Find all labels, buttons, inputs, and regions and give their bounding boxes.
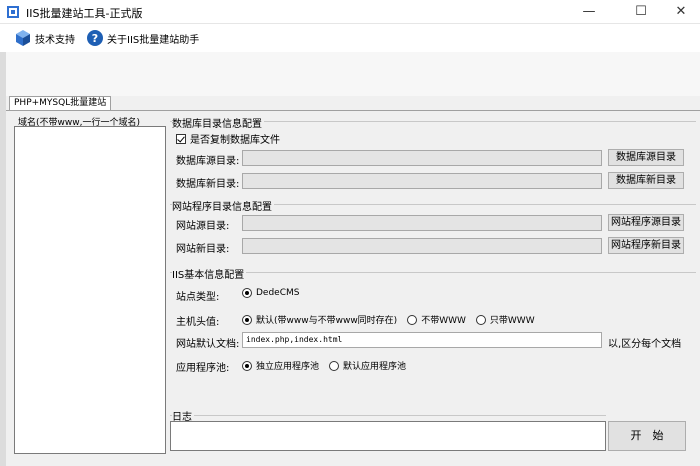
tab-php-mysql[interactable]: PHP+MYSQL批量建站 bbox=[9, 96, 112, 110]
host-www-only-label: 只带WWW bbox=[489, 316, 535, 326]
db-source-button[interactable]: 数据库源目录 bbox=[608, 149, 684, 166]
tech-support-label: 技术支持 bbox=[35, 34, 75, 46]
copy-db-checkbox[interactable]: 是否复制数据库文件 bbox=[176, 131, 280, 146]
about-label: 关于IIS批量建站助手 bbox=[107, 34, 200, 46]
host-no-www-label: 不带WWW bbox=[421, 316, 466, 326]
site-source-field[interactable] bbox=[242, 215, 602, 231]
minimize-button[interactable]: — bbox=[566, 0, 612, 24]
radio-empty-icon bbox=[329, 360, 340, 371]
pool-default-label: 默认应用程序池 bbox=[343, 362, 407, 372]
db-new-button[interactable]: 数据库新目录 bbox=[608, 172, 684, 189]
db-source-label: 数据库源目录: bbox=[176, 156, 240, 167]
host-www-only-radio[interactable]: 只带WWW bbox=[475, 313, 535, 326]
site-source-button[interactable]: 网站程序源目录 bbox=[608, 214, 684, 231]
site-new-label: 网站新目录: bbox=[176, 244, 230, 255]
host-header-label: 主机头值: bbox=[176, 317, 220, 328]
pool-independent-radio[interactable]: 独立应用程序池 bbox=[242, 359, 319, 372]
site-type-dedecms-label: DedeCMS bbox=[256, 288, 300, 298]
radio-empty-icon bbox=[475, 314, 486, 325]
site-type-dedecms-radio[interactable]: DedeCMS bbox=[242, 288, 299, 298]
default-doc-field[interactable]: index.php,index.html bbox=[242, 332, 602, 348]
iis-group-border bbox=[170, 272, 696, 273]
window-title: IIS批量建站工具-正式版 bbox=[26, 7, 143, 20]
log-group-border bbox=[170, 415, 606, 416]
site-group-title: 网站程序目录信息配置 bbox=[172, 198, 274, 213]
header-band bbox=[6, 52, 700, 96]
help-icon: ? bbox=[87, 30, 103, 46]
db-new-field[interactable] bbox=[242, 173, 602, 189]
pool-default-radio[interactable]: 默认应用程序池 bbox=[329, 359, 406, 372]
site-type-group: DedeCMS bbox=[242, 288, 309, 298]
host-no-www-radio[interactable]: 不带WWW bbox=[407, 313, 466, 326]
host-header-group: 默认(带www与不带www同时存在) 不带WWW 只带WWW bbox=[242, 313, 545, 326]
title-bar: IIS批量建站工具-正式版 — ☐ ✕ bbox=[0, 0, 700, 24]
close-button[interactable]: ✕ bbox=[658, 0, 700, 24]
copy-db-checkbox-label: 是否复制数据库文件 bbox=[190, 135, 280, 146]
tab-bar: PHP+MYSQL批量建站 bbox=[6, 96, 700, 110]
start-button[interactable]: 开 始 bbox=[608, 421, 686, 451]
app-pool-label: 应用程序池: bbox=[176, 363, 230, 374]
site-new-field[interactable] bbox=[242, 238, 602, 254]
site-type-label: 站点类型: bbox=[176, 292, 220, 303]
app-logo-icon bbox=[7, 6, 19, 18]
pool-independent-label: 独立应用程序池 bbox=[256, 362, 320, 372]
host-default-radio[interactable]: 默认(带www与不带www同时存在) bbox=[242, 313, 397, 326]
tech-support-button[interactable]: 技术支持 bbox=[14, 28, 75, 48]
iis-group-title: IIS基本信息配置 bbox=[172, 266, 247, 281]
radio-selected-icon bbox=[242, 360, 252, 371]
cube-icon bbox=[16, 30, 30, 46]
about-button[interactable]: ? 关于IIS批量建站助手 bbox=[86, 28, 199, 48]
db-source-field[interactable] bbox=[242, 150, 602, 166]
site-source-label: 网站源目录: bbox=[176, 221, 230, 232]
svg-text:?: ? bbox=[92, 32, 98, 45]
db-group-title: 数据库目录信息配置 bbox=[172, 115, 264, 130]
radio-empty-icon bbox=[407, 314, 418, 325]
domain-list-input[interactable] bbox=[14, 126, 166, 454]
log-output[interactable] bbox=[170, 421, 606, 451]
host-default-label: 默认(带www与不带www同时存在) bbox=[256, 316, 398, 326]
radio-selected-icon bbox=[242, 288, 252, 298]
radio-selected-icon bbox=[242, 314, 252, 325]
site-new-button[interactable]: 网站程序新目录 bbox=[608, 237, 684, 254]
toolbar: 技术支持 ? 关于IIS批量建站助手 bbox=[0, 24, 700, 52]
db-new-label: 数据库新目录: bbox=[176, 179, 240, 190]
default-doc-label: 网站默认文档: bbox=[176, 339, 240, 350]
default-doc-hint: 以,区分每个文档 bbox=[608, 339, 682, 350]
checkbox-checked-icon bbox=[176, 133, 186, 144]
app-pool-group: 独立应用程序池 默认应用程序池 bbox=[242, 359, 416, 372]
